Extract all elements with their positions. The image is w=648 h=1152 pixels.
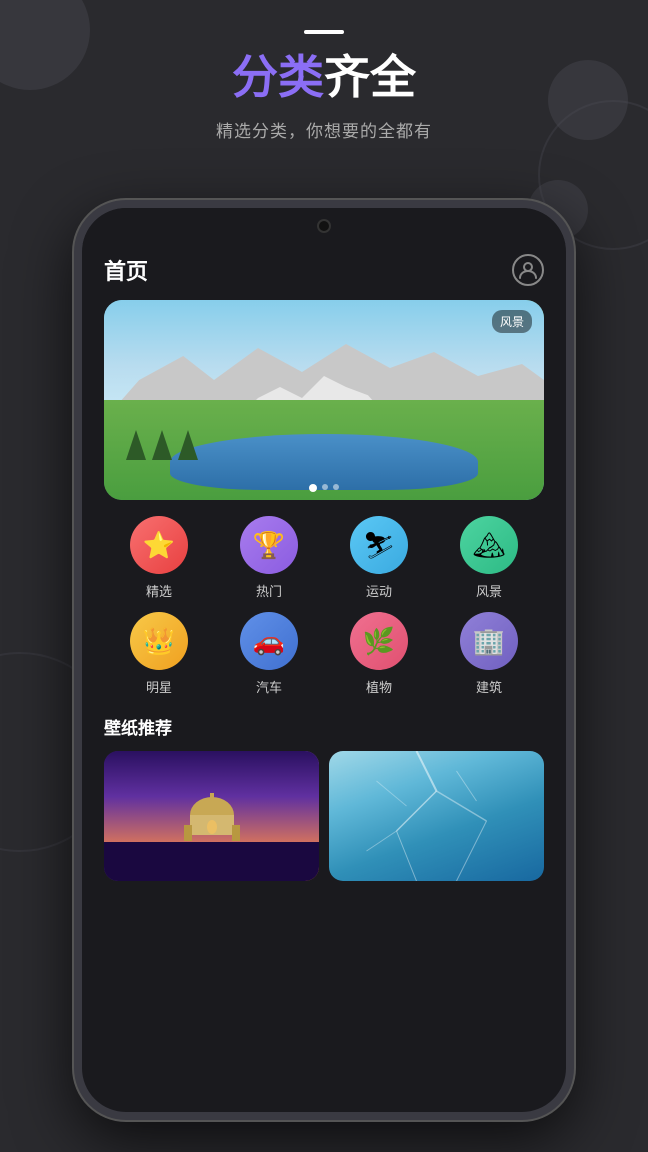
- category-hot-icon: 🏆: [240, 516, 298, 574]
- category-jingxuan[interactable]: ⭐ 精选: [104, 516, 214, 600]
- category-car-label: 汽车: [256, 677, 282, 696]
- rec-title: 壁纸推荐: [104, 714, 544, 739]
- tree-3: [178, 430, 198, 460]
- category-plant-label: 植物: [366, 677, 392, 696]
- category-jingxuan-icon: ⭐: [130, 516, 188, 574]
- category-scenery[interactable]: 🏔 风景: [434, 516, 544, 600]
- app-title: 首页: [104, 254, 148, 286]
- phone-top-bar: [82, 208, 566, 244]
- banner-dot-2: [322, 484, 328, 490]
- banner-dots: [309, 484, 339, 492]
- phone-bottom-bar: [82, 1112, 566, 1120]
- category-sport-icon: ⛷: [350, 516, 408, 574]
- category-building-label: 建筑: [476, 677, 502, 696]
- banner-dot-3: [333, 484, 339, 490]
- rec-card-ocean[interactable]: [329, 751, 544, 881]
- header-section: 分类齐全 精选分类，你想要的全都有: [0, 30, 648, 142]
- header-subtitle: 精选分类，你想要的全都有: [0, 117, 648, 142]
- category-star[interactable]: 👑 明星: [104, 612, 214, 696]
- category-star-label: 明星: [146, 677, 172, 696]
- header-title-highlight: 分类: [232, 51, 324, 103]
- tree-1: [126, 430, 146, 460]
- cathedral-svg: [172, 775, 252, 855]
- category-plant[interactable]: 🌿 植物: [324, 612, 434, 696]
- category-hot[interactable]: 🏆 热门: [214, 516, 324, 600]
- banner-scene: 风景: [104, 300, 544, 500]
- banner-label: 风景: [492, 310, 532, 333]
- banner[interactable]: 风景: [104, 300, 544, 500]
- banner-lake: [170, 434, 478, 490]
- header-title: 分类齐全: [0, 52, 648, 103]
- dome-scene: [104, 751, 319, 881]
- category-scenery-label: 风景: [476, 581, 502, 600]
- ice-svg: [329, 751, 544, 881]
- banner-trees: [126, 430, 198, 460]
- category-star-icon: 👑: [130, 612, 188, 670]
- home-indicator: [274, 1118, 374, 1120]
- category-building[interactable]: 🏢 建筑: [434, 612, 544, 696]
- rec-card-cathedral[interactable]: [104, 751, 319, 881]
- rec-section: 壁纸推荐: [104, 714, 544, 881]
- banner-dot-1: [309, 484, 317, 492]
- category-sport[interactable]: ⛷ 运动: [324, 516, 434, 600]
- category-car[interactable]: 🚗 汽车: [214, 612, 324, 696]
- category-building-icon: 🏢: [460, 612, 518, 670]
- ice-scene: [329, 751, 544, 881]
- category-sport-label: 运动: [366, 581, 392, 600]
- category-scenery-icon: 🏔: [460, 516, 518, 574]
- header-dash: [304, 30, 344, 34]
- header-title-rest: 齐全: [324, 51, 416, 103]
- profile-icon[interactable]: [512, 254, 544, 286]
- phone-content: 首页 风景: [82, 244, 566, 1112]
- category-hot-label: 热门: [256, 581, 282, 600]
- rec-grid: [104, 751, 544, 881]
- phone-frame: 首页 风景: [74, 200, 574, 1120]
- category-jingxuan-label: 精选: [146, 581, 172, 600]
- categories: ⭐ 精选 🏆 热门 ⛷ 运动 🏔 风景 👑 明星 🚗 汽车: [104, 516, 544, 696]
- category-car-icon: 🚗: [240, 612, 298, 670]
- phone-camera-hole: [317, 219, 331, 233]
- app-header: 首页: [104, 244, 544, 300]
- category-plant-icon: 🌿: [350, 612, 408, 670]
- tree-2: [152, 430, 172, 460]
